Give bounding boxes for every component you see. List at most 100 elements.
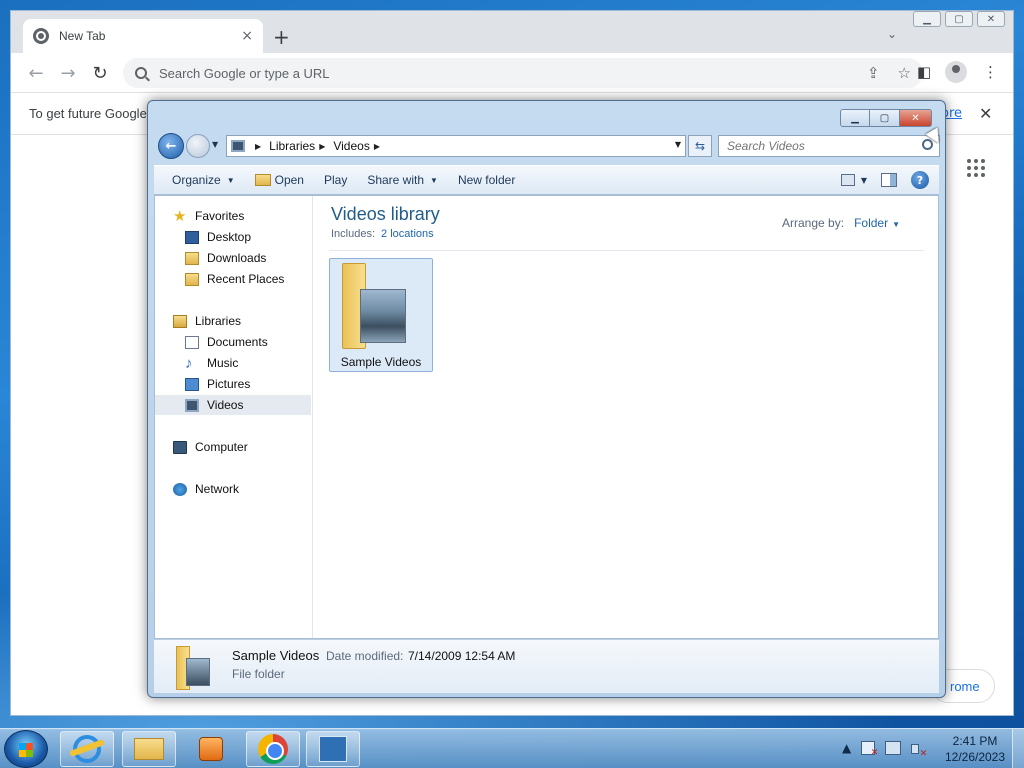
videos-library-icon — [231, 140, 245, 152]
apps-grid-icon[interactable] — [967, 159, 985, 177]
start-button[interactable] — [4, 730, 48, 768]
search-videos-box[interactable] — [718, 135, 940, 157]
search-input[interactable] — [727, 139, 927, 153]
reload-icon[interactable]: ↻ — [89, 62, 111, 84]
explorer-window-controls: ▁ ▢ ✕ — [840, 109, 932, 127]
music-icon: ♪ — [185, 354, 193, 372]
system-tray: ▲ — [842, 741, 927, 759]
change-view-icon[interactable] — [840, 174, 855, 186]
breadcrumb-libraries[interactable]: Libraries — [269, 139, 315, 153]
address-bar[interactable]: ▶ Libraries ▶ Videos ▶ ▼ — [226, 135, 686, 157]
minimize-button[interactable]: ▁ — [840, 109, 870, 127]
details-type: File folder — [232, 667, 285, 681]
chrome-window-controls: ▁ ▢ ✕ — [913, 11, 1005, 27]
libraries-icon — [173, 314, 187, 328]
infobar-message: To get future Google — [29, 106, 147, 121]
forward-button[interactable] — [186, 134, 210, 158]
share-with-button[interactable]: Share with ▼ — [357, 173, 448, 187]
nav-favorites[interactable]: ★ Favorites — [155, 206, 311, 226]
minimize-icon[interactable]: ▁ — [913, 11, 941, 27]
network-status-icon[interactable] — [885, 741, 902, 755]
details-name: Sample Videos — [232, 648, 320, 663]
folder-item-sample-videos[interactable]: Sample Videos — [329, 258, 433, 372]
file-list-pane: Videos library Includes: 2 locations Arra… — [313, 196, 938, 638]
details-date-value: 7/14/2009 12:54 AM — [408, 649, 516, 663]
help-icon[interactable]: ? — [911, 171, 929, 189]
nav-computer-label: Computer — [195, 440, 248, 454]
back-button[interactable]: ← — [158, 133, 184, 159]
nav-music-label: Music — [207, 356, 239, 370]
taskbar-media-player[interactable] — [184, 731, 238, 767]
open-button[interactable]: Open — [245, 173, 314, 187]
downloads-folder-icon — [185, 251, 199, 265]
details-pane: Sample Videos Date modified: 7/14/2009 1… — [154, 639, 939, 693]
chevron-down-icon[interactable]: ▼ — [892, 220, 900, 229]
taskbar-control-panel[interactable] — [306, 731, 360, 767]
volume-muted-icon[interactable] — [911, 741, 927, 759]
nav-documents-label: Documents — [207, 335, 268, 349]
details-date-label: Date modified: — [326, 649, 404, 663]
chrome-favicon-icon — [33, 28, 49, 44]
profile-icon[interactable] — [945, 61, 967, 83]
star-icon: ★ — [173, 207, 187, 225]
forward-icon[interactable]: → — [57, 62, 79, 84]
recent-pages-icon[interactable]: ▼ — [212, 140, 218, 149]
new-folder-button[interactable]: New folder — [448, 173, 525, 187]
close-icon[interactable]: ✕ — [977, 11, 1005, 27]
explorer-body: ★ Favorites Desktop Downloads Recent Pla… — [154, 195, 939, 639]
taskbar: ▲ 2:41 PM 12/26/2023 — [0, 728, 1024, 768]
nav-desktop[interactable]: Desktop — [155, 227, 311, 247]
nav-videos[interactable]: Videos — [155, 395, 311, 415]
tab-search-icon[interactable]: ⌄ — [887, 27, 897, 41]
media-player-icon — [199, 737, 223, 761]
arrange-by-dropdown[interactable]: Folder — [854, 216, 888, 230]
menu-icon[interactable]: ⋮ — [983, 63, 998, 81]
tab-new-tab[interactable]: New Tab × — [23, 19, 263, 53]
show-desktop-button[interactable] — [1012, 729, 1024, 768]
chevron-down-icon: ▼ — [430, 175, 438, 185]
nav-downloads[interactable]: Downloads — [155, 248, 311, 268]
organize-button[interactable]: Organize ▼ — [162, 173, 245, 187]
nav-pictures[interactable]: Pictures — [155, 374, 311, 394]
tab-close-icon[interactable]: × — [241, 28, 253, 44]
nav-computer[interactable]: Computer — [155, 437, 311, 457]
taskbar-internet-explorer[interactable] — [60, 731, 114, 767]
breadcrumb-arrow-icon[interactable]: ▶ — [374, 142, 380, 151]
back-icon[interactable]: ← — [25, 62, 47, 84]
refresh-button[interactable]: ⇆ — [688, 135, 712, 157]
includes-locations-link[interactable]: 2 locations — [381, 228, 434, 240]
breadcrumb-arrow-icon[interactable]: ▶ — [319, 142, 325, 151]
omnibox[interactable]: Search Google or type a URL ⇪ ☆ — [123, 58, 923, 88]
nav-network[interactable]: Network — [155, 479, 311, 499]
breadcrumb-arrow-icon[interactable]: ▶ — [255, 142, 261, 151]
action-center-icon[interactable] — [861, 741, 878, 758]
close-button[interactable]: ✕ — [900, 109, 932, 127]
new-tab-button[interactable]: + — [273, 25, 290, 49]
nav-music[interactable]: ♪ Music — [155, 353, 311, 373]
view-controls: ▼ ? — [840, 171, 929, 189]
open-label: Open — [274, 173, 304, 187]
restore-icon[interactable]: ▢ — [945, 11, 973, 27]
clock[interactable]: 2:41 PM 12/26/2023 — [940, 733, 1010, 765]
play-button[interactable]: Play — [314, 173, 357, 187]
star-icon[interactable]: ☆ — [898, 64, 911, 82]
navigation-pane: ★ Favorites Desktop Downloads Recent Pla… — [155, 196, 313, 638]
address-dropdown-icon[interactable]: ▼ — [675, 140, 681, 149]
side-panel-icon[interactable]: ◧ — [917, 63, 931, 81]
breadcrumb-videos[interactable]: Videos — [333, 139, 369, 153]
taskbar-chrome[interactable] — [246, 731, 300, 767]
folder-open-icon — [254, 174, 271, 186]
taskbar-windows-explorer[interactable] — [122, 731, 176, 767]
view-options-icon[interactable]: ▼ — [861, 176, 867, 185]
show-hidden-icons-icon[interactable]: ▲ — [842, 741, 851, 755]
preview-pane-icon[interactable] — [881, 173, 897, 187]
share-icon[interactable]: ⇪ — [867, 64, 880, 82]
maximize-button[interactable]: ▢ — [870, 109, 900, 127]
nav-recent-places[interactable]: Recent Places — [155, 269, 311, 289]
nav-libraries[interactable]: Libraries — [155, 311, 311, 331]
nav-documents[interactable]: Documents — [155, 332, 311, 352]
search-icon — [135, 67, 147, 79]
nav-favorites-label: Favorites — [195, 209, 245, 223]
infobar-close-icon[interactable]: ✕ — [979, 104, 992, 123]
nav-downloads-label: Downloads — [207, 251, 267, 265]
